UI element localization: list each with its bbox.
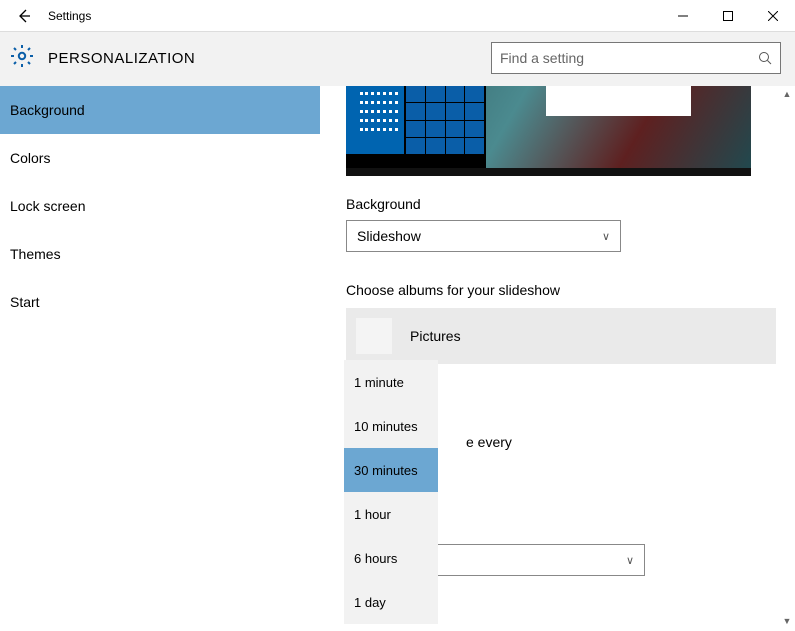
scroll-up-button[interactable]: ▲ (779, 86, 795, 102)
page-title: PERSONALIZATION (48, 50, 195, 67)
sidebar-item-start[interactable]: Start (0, 278, 320, 326)
option-label: 1 hour (354, 507, 391, 522)
chevron-down-icon: ∨ (626, 554, 634, 567)
minimize-button[interactable] (660, 0, 705, 32)
sidebar-item-label: Start (10, 294, 40, 310)
back-button[interactable] (0, 0, 48, 32)
option-label: 10 minutes (354, 419, 418, 434)
interval-option-1-minute[interactable]: 1 minute (344, 360, 438, 404)
search-input[interactable] (500, 50, 758, 66)
chevron-down-icon: ∨ (602, 230, 610, 243)
window-title: Settings (48, 9, 660, 23)
scroll-down-button[interactable]: ▼ (779, 613, 795, 629)
albums-label: Choose albums for your slideshow (346, 282, 795, 298)
background-combo[interactable]: Slideshow ∨ (346, 220, 621, 252)
minimize-icon (678, 11, 688, 21)
maximize-button[interactable] (705, 0, 750, 32)
main: Background Colors Lock screen Themes Sta… (0, 86, 795, 629)
arrow-left-icon (16, 8, 32, 24)
search-icon (758, 51, 772, 65)
interval-option-1-day[interactable]: 1 day (344, 580, 438, 624)
header-right (491, 42, 781, 74)
sidebar-item-label: Background (10, 102, 85, 118)
interval-option-1-hour[interactable]: 1 hour (344, 492, 438, 536)
search-box[interactable] (491, 42, 781, 74)
close-button[interactable] (750, 0, 795, 32)
sidebar-item-lock-screen[interactable]: Lock screen (0, 182, 320, 230)
interval-option-30-minutes[interactable]: 30 minutes (344, 448, 438, 492)
background-label: Background (346, 196, 795, 212)
title-bar: Settings (0, 0, 795, 32)
interval-option-10-minutes[interactable]: 10 minutes (344, 404, 438, 448)
desktop-preview (346, 86, 751, 176)
option-label: 1 day (354, 595, 386, 610)
sidebar-item-label: Themes (10, 246, 61, 262)
album-row[interactable]: Pictures (346, 308, 776, 364)
vertical-scrollbar[interactable]: ▲ ▼ (779, 86, 795, 629)
gear-icon (10, 44, 34, 73)
sidebar-item-background[interactable]: Background (0, 86, 320, 134)
sidebar-item-colors[interactable]: Colors (0, 134, 320, 182)
sidebar-item-label: Colors (10, 150, 50, 166)
header-left: PERSONALIZATION (0, 44, 195, 73)
sidebar: Background Colors Lock screen Themes Sta… (0, 86, 320, 629)
maximize-icon (723, 11, 733, 21)
album-name: Pictures (410, 328, 461, 344)
close-icon (768, 11, 778, 21)
sidebar-item-label: Lock screen (10, 198, 85, 214)
change-picture-label-fragment: e every (466, 434, 512, 450)
window-controls (660, 0, 795, 32)
option-label: 30 minutes (354, 463, 418, 478)
option-label: 1 minute (354, 375, 404, 390)
sidebar-item-themes[interactable]: Themes (0, 230, 320, 278)
header: PERSONALIZATION (0, 32, 795, 86)
interval-option-6-hours[interactable]: 6 hours (344, 536, 438, 580)
option-label: 6 hours (354, 551, 397, 566)
interval-dropdown: 1 minute 10 minutes 30 minutes 1 hour 6 … (344, 360, 438, 624)
background-combo-value: Slideshow (357, 228, 421, 244)
album-thumbnail (356, 318, 392, 354)
